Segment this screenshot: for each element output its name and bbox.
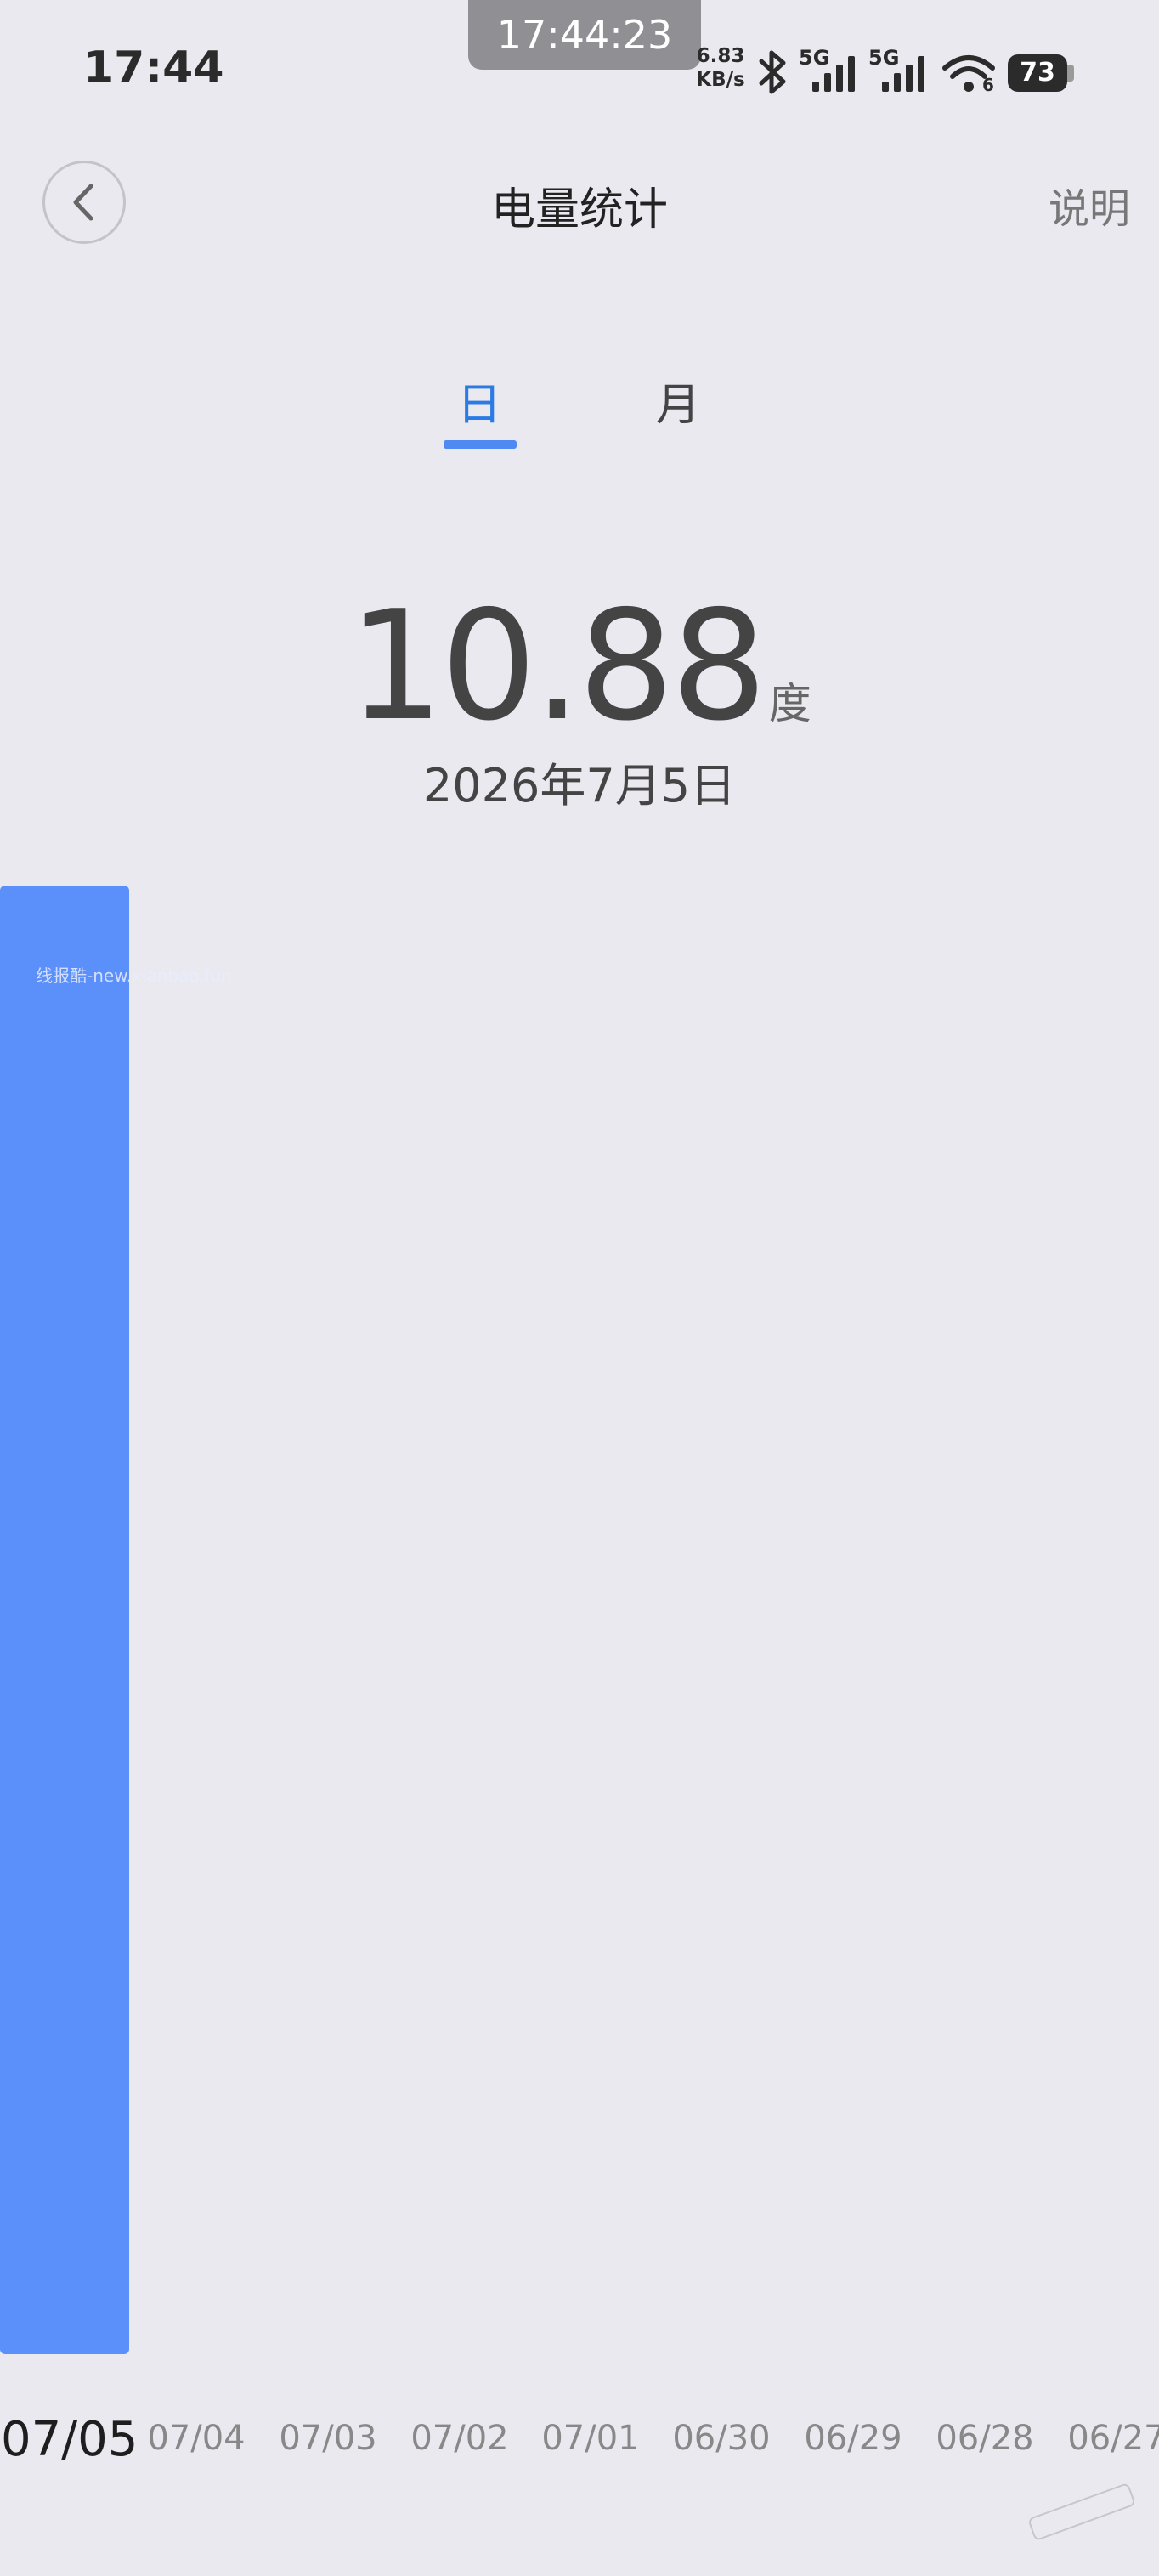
watermark-text: 线报酷-new.xianbao.fun — [36, 965, 232, 986]
x-tick-label[interactable]: 06/28 — [921, 2419, 1049, 2458]
x-tick-label[interactable]: 06/27 — [1053, 2419, 1159, 2458]
x-tick-label[interactable]: 07/05 — [1, 2412, 138, 2467]
x-tick-label[interactable]: 07/02 — [396, 2419, 523, 2458]
x-tick-label[interactable]: 07/01 — [527, 2419, 654, 2458]
x-tick-label[interactable]: 07/03 — [264, 2419, 392, 2458]
x-tick-label[interactable]: 06/30 — [658, 2419, 785, 2458]
x-tick-label[interactable]: 06/29 — [789, 2419, 917, 2458]
daily-usage-chart — [0, 886, 129, 2354]
x-tick-label[interactable]: 07/04 — [133, 2419, 260, 2458]
bar-07-05[interactable] — [0, 886, 129, 2354]
